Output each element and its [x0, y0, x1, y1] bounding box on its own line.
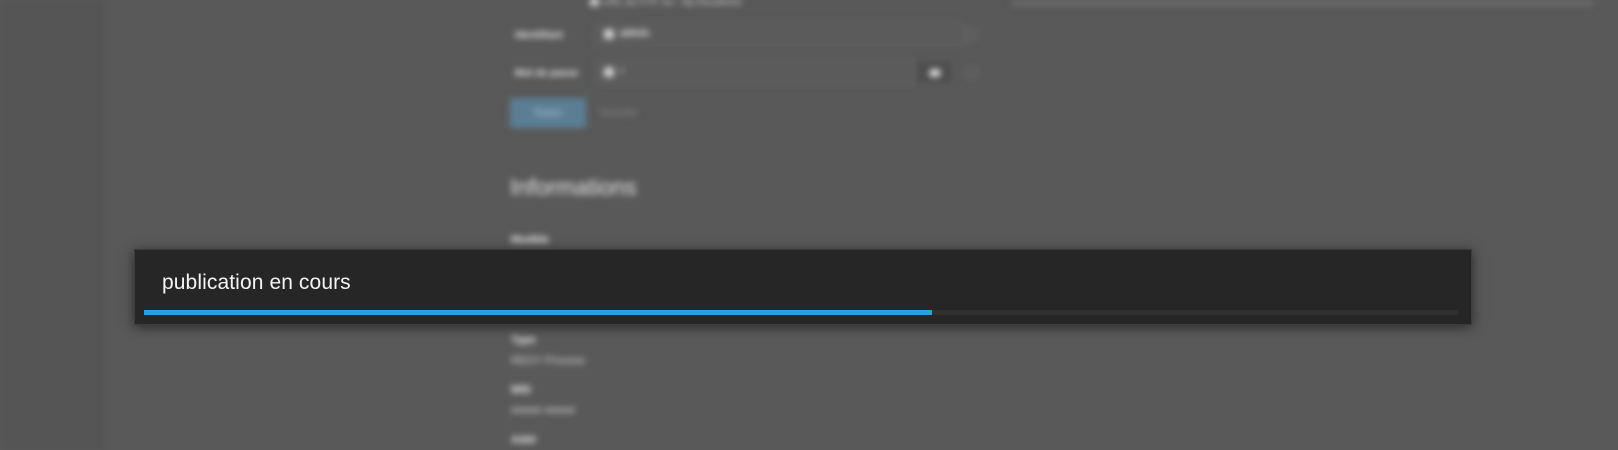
progress-dialog: publication en cours — [134, 249, 1472, 325]
password-value: • — [620, 66, 624, 77]
user-icon — [604, 29, 614, 39]
info-key-mid: MID — [511, 384, 532, 396]
info-value-type: REOY Process — [511, 355, 585, 367]
info-value-mid: ##### ##### — [511, 405, 576, 417]
info-key-type: Type — [511, 334, 536, 346]
right-panel-edge — [1012, 0, 1594, 6]
username-row: Identifiant admin — [515, 22, 995, 48]
password-label: Mot de passe — [515, 68, 579, 79]
progress-bar — [144, 310, 1458, 315]
progress-bar-fill — [144, 310, 933, 315]
cancel-button[interactable]: Annuler — [600, 98, 660, 128]
app-screen: URL du FTP. Ex : ftp://localhost Identif… — [0, 0, 1618, 450]
lock-icon — [604, 67, 614, 77]
test-button[interactable]: Tester — [510, 98, 586, 128]
background-app: URL du FTP. Ex : ftp://localhost Identif… — [0, 0, 1618, 450]
password-clear-icon[interactable] — [965, 67, 977, 79]
progress-message: publication en cours — [162, 271, 351, 294]
info-key-model: Modèle — [511, 234, 549, 246]
show-password-button[interactable] — [915, 60, 953, 84]
username-clear-icon[interactable] — [965, 29, 977, 41]
info-key-addr: Addr — [511, 434, 537, 446]
section-title: Informations — [510, 174, 637, 200]
left-sidebar — [0, 0, 102, 450]
password-row: Mot de passe • — [515, 60, 995, 86]
username-field[interactable]: admin — [595, 22, 965, 46]
username-value: admin — [620, 28, 650, 39]
username-label: Identifiant — [515, 30, 563, 41]
connection-hint: URL du FTP. Ex : ftp://localhost — [590, 0, 741, 8]
connection-hint-text: URL du FTP. Ex : ftp://localhost — [603, 0, 742, 8]
info-icon — [590, 0, 599, 7]
password-field[interactable]: • — [595, 60, 915, 84]
